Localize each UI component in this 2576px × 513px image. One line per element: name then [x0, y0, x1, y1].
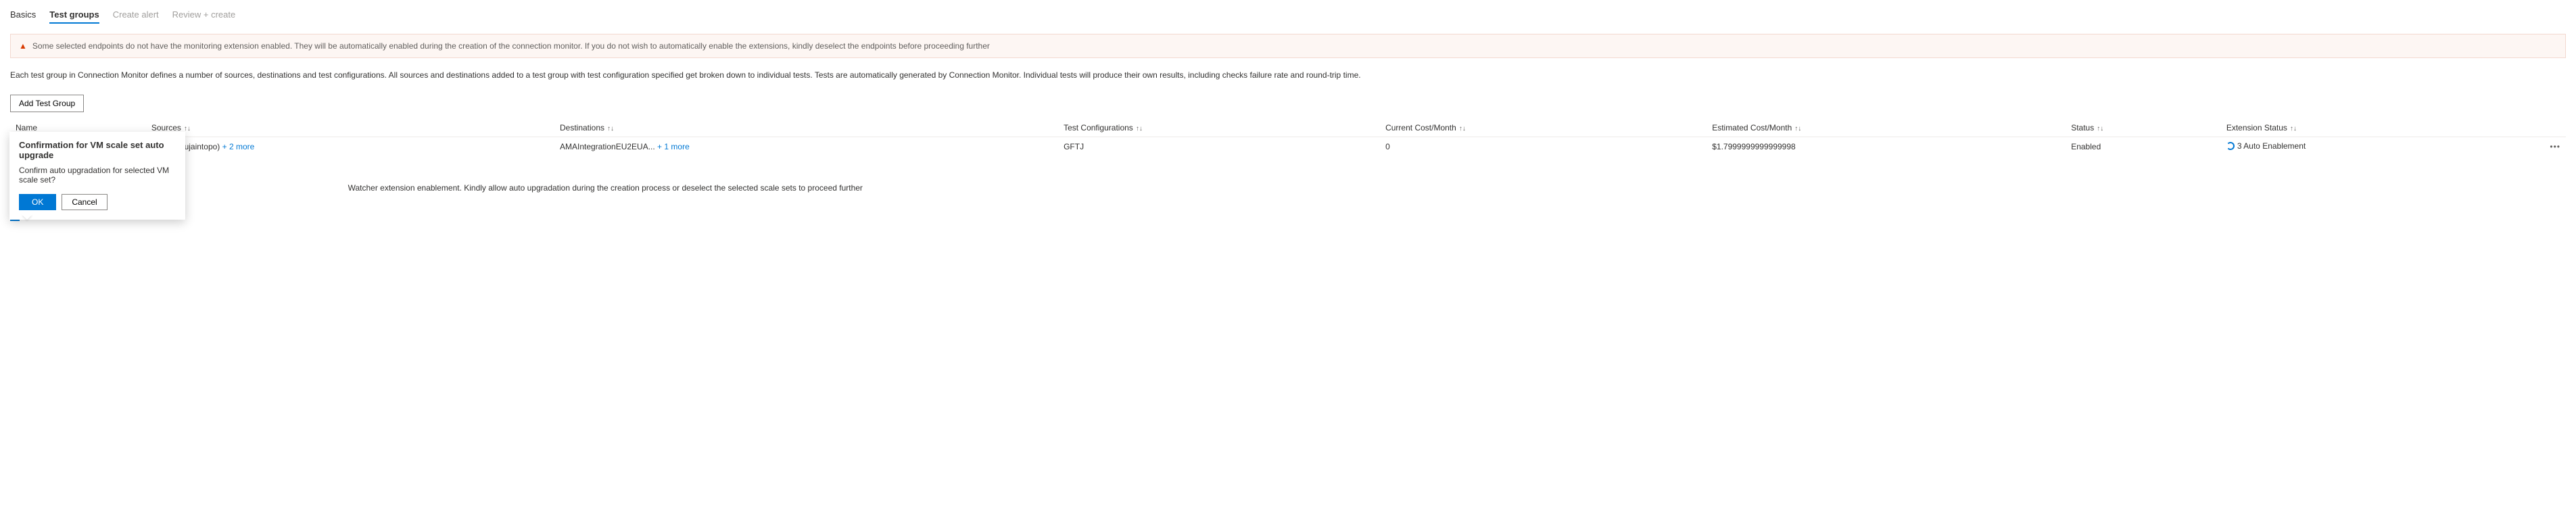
col-current-cost[interactable]: Current Cost/Month↑↓: [1380, 119, 1707, 137]
add-test-group-button[interactable]: Add Test Group: [10, 95, 84, 112]
row-test-config: GFTJ: [1058, 137, 1380, 157]
row-more-menu[interactable]: •••: [2544, 137, 2566, 157]
warning-icon: ▲: [19, 41, 27, 51]
sort-icon: ↑↓: [1136, 125, 1143, 132]
row-sources-more-link[interactable]: + 2 more: [220, 142, 254, 151]
row-destinations: AMAIntegrationEU2EUA...: [560, 142, 655, 151]
col-sources[interactable]: Sources↑↓: [146, 119, 554, 137]
enable-watcher-row: Enable Network watcher extension i: [10, 197, 2566, 206]
col-status[interactable]: Status↑↓: [2066, 119, 2221, 137]
tab-create-alert: Create alert: [113, 7, 159, 24]
col-destinations[interactable]: Destinations↑↓: [554, 119, 1058, 137]
test-groups-table: Name Sources↑↓ Destinations↑↓ Test Confi…: [10, 119, 2566, 156]
table-row[interactable]: SCFAC Vnet1(anujaintopo) + 2 more AMAInt…: [10, 137, 2566, 157]
scale-set-note: XXXXXXXXXXXXXXXXXXXXXXXXXXXXXXXXXXXXXXXX…: [10, 183, 2566, 193]
confirm-popup: Confirmation for VM scale set auto upgra…: [9, 132, 185, 220]
tab-basics[interactable]: Basics: [10, 7, 36, 24]
sort-icon: ↑↓: [1794, 125, 1801, 132]
col-estimated-cost[interactable]: Estimated Cost/Month↑↓: [1707, 119, 2066, 137]
warning-banner: ▲ Some selected endpoints do not have th…: [10, 34, 2566, 58]
refresh-icon: [2226, 142, 2235, 150]
row-destinations-more-link[interactable]: + 1 more: [655, 142, 690, 151]
tab-bar: Basics Test groups Create alert Review +…: [10, 7, 2566, 24]
popup-cancel-button[interactable]: Cancel: [62, 194, 107, 210]
col-test-configs[interactable]: Test Configurations↑↓: [1058, 119, 1380, 137]
row-current-cost: 0: [1380, 137, 1707, 157]
col-ext-status[interactable]: Extension Status↑↓: [2221, 119, 2545, 137]
sort-icon: ↑↓: [2097, 125, 2103, 132]
sort-icon: ↑↓: [2290, 125, 2297, 132]
sort-icon: ↑↓: [1459, 125, 1466, 132]
row-status: Enabled: [2066, 137, 2221, 157]
intro-text: Each test group in Connection Monitor de…: [10, 70, 2566, 80]
row-estimated-cost: $1.7999999999999998: [1707, 137, 2066, 157]
popup-ok-button[interactable]: OK: [19, 194, 56, 210]
popup-body: Confirm auto upgradation for selected VM…: [19, 166, 176, 185]
popup-title: Confirmation for VM scale set auto upgra…: [19, 140, 176, 160]
sort-icon: ↑↓: [607, 125, 614, 132]
row-ext-status: 3 Auto Enablement: [2226, 141, 2306, 151]
tab-test-groups[interactable]: Test groups: [49, 7, 99, 24]
warning-text: Some selected endpoints do not have the …: [32, 41, 990, 51]
tab-review-create: Review + create: [172, 7, 236, 24]
